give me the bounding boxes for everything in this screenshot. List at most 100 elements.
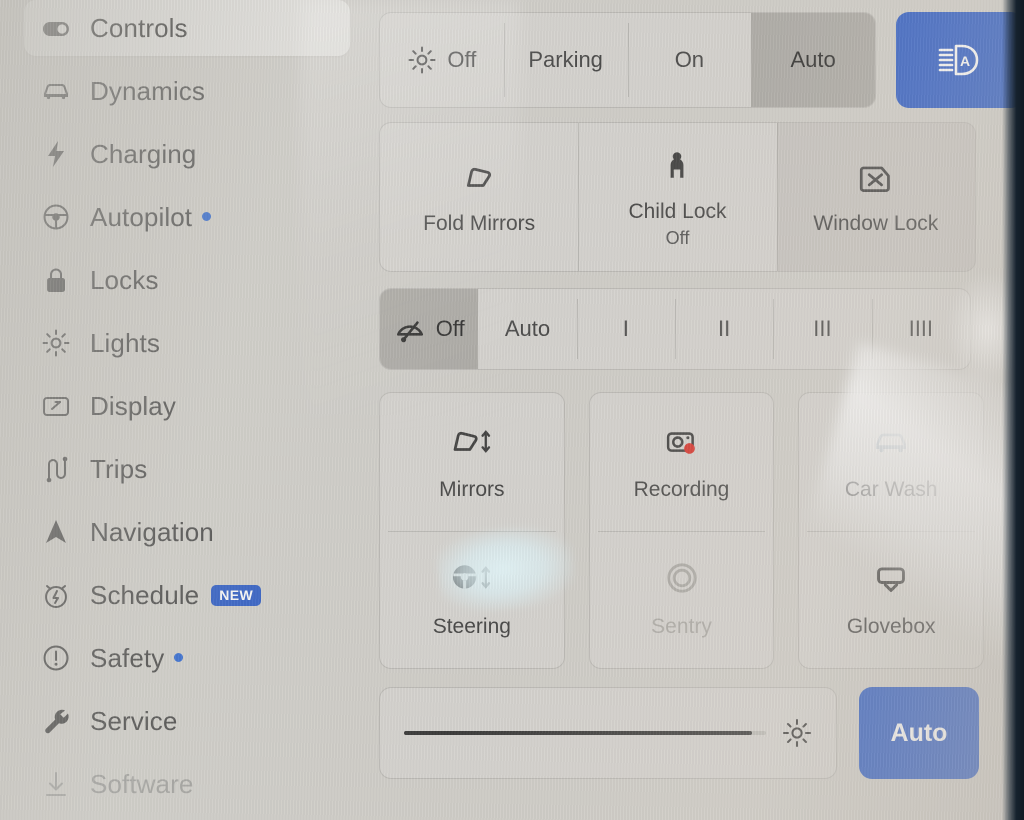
sidebar-item-navigation[interactable]: Navigation: [24, 504, 350, 560]
sidebar-item-locks[interactable]: Locks: [24, 252, 350, 308]
brightness-slider[interactable]: [404, 731, 766, 735]
tile-glovebox[interactable]: Glovebox: [799, 530, 983, 669]
route-icon: [38, 454, 74, 484]
sidebar-item-label: Dynamics: [90, 75, 205, 106]
segment-label: Parking: [528, 47, 603, 72]
wiper-speed-segmented-control[interactable]: Off Auto I II III IIII: [379, 288, 971, 370]
quick-grid-column: Recording Sentry: [588, 392, 775, 669]
wiper-icon: [394, 314, 426, 344]
brightness-sun-icon: [782, 718, 812, 748]
sidebar-item-charging[interactable]: Charging: [24, 126, 350, 182]
quick-grid-column: Mirrors Steering: [379, 392, 565, 669]
tile-fold-mirrors[interactable]: Fold Mirrors: [380, 123, 578, 271]
sidebar-item-lights[interactable]: Lights: [24, 315, 350, 371]
tile-label: Window Lock: [813, 212, 939, 236]
sidebar-item-safety[interactable]: Safety: [24, 630, 350, 686]
sidebar-item-controls[interactable]: Controls: [24, 0, 350, 56]
sidebar-item-software[interactable]: Software: [24, 756, 350, 812]
segment-ii[interactable]: II: [674, 289, 773, 369]
sidebar-item-trips[interactable]: Trips: [24, 441, 350, 497]
mirror-icon: [460, 157, 498, 197]
sun-icon: [38, 328, 74, 358]
brightness-auto-label: Auto: [890, 718, 948, 747]
segment-label: Off: [447, 47, 477, 72]
segment-label: Off: [435, 316, 465, 341]
sidebar-item-service[interactable]: Service: [24, 693, 350, 749]
auto-high-beam-icon: A: [936, 42, 984, 78]
brightness-auto-button[interactable]: Auto: [859, 687, 979, 779]
segment-auto[interactable]: Auto: [751, 13, 875, 107]
sidebar-item-label: Service: [90, 705, 178, 736]
segment-label: Auto: [504, 316, 551, 341]
wrench-icon: [38, 706, 74, 736]
alarm-clock-icon: [38, 580, 74, 610]
notification-dot: [202, 211, 212, 221]
tile-label: Fold Mirrors: [423, 212, 536, 236]
segment-off[interactable]: Off: [380, 13, 504, 107]
sidebar-item-label: Navigation: [90, 516, 214, 547]
tile-label: Glovebox: [846, 615, 936, 639]
tile-window-lock[interactable]: Window Lock: [776, 123, 975, 271]
segment-i[interactable]: I: [576, 289, 675, 369]
sidebar-item-label: Lights: [90, 327, 160, 358]
mirror-adjust-icon: [448, 421, 496, 461]
tile-steering[interactable]: Steering: [380, 530, 564, 669]
sidebar-item-label: Trips: [90, 453, 148, 484]
notification-dot: [174, 652, 184, 662]
tile-car-wash[interactable]: Car Wash: [799, 393, 983, 531]
tile-child-lock[interactable]: Child Lock Off: [578, 123, 776, 271]
new-badge: NEW: [211, 584, 262, 606]
sidebar-item-label: Software: [90, 768, 194, 799]
sidebar-item-dynamics[interactable]: Dynamics: [24, 63, 350, 119]
dashcam-record-icon: [664, 421, 700, 461]
navigation-icon: [38, 517, 74, 547]
tile-recording[interactable]: Recording: [590, 393, 774, 531]
tile-label: Recording: [633, 477, 730, 501]
display-icon: [38, 391, 74, 421]
steering-icon: [38, 202, 74, 232]
segment-off[interactable]: Off: [380, 289, 479, 369]
segment-parking[interactable]: Parking: [503, 13, 628, 107]
tile-mirrors[interactable]: Mirrors: [380, 393, 564, 531]
sidebar-item-autopilot[interactable]: Autopilot: [24, 189, 350, 245]
download-icon: [38, 769, 74, 799]
segment-label: III: [813, 316, 832, 341]
segment-label: On: [674, 47, 705, 72]
segment-iiii[interactable]: IIII: [871, 289, 970, 369]
vehicle-touchscreen: Controls Dynamics Charging Autopilot Locks Li…: [0, 0, 1024, 820]
sidebar-item-display[interactable]: Display: [24, 378, 350, 434]
lock-icon: [38, 265, 74, 295]
child-lock-icon: [661, 145, 693, 185]
segment-label: II: [718, 316, 731, 341]
warning-icon: [38, 643, 74, 673]
quick-actions-grid: Mirrors Steering Recording Sentry Car Wash Gl…: [379, 392, 985, 669]
tile-sentry[interactable]: Sentry: [590, 530, 774, 669]
window-lock-icon: [859, 157, 893, 197]
car-wash-icon: [870, 421, 912, 461]
glovebox-icon: [873, 558, 909, 598]
segment-auto[interactable]: Auto: [478, 289, 576, 369]
headlight-row: Off Parking On Auto A: [379, 12, 1024, 108]
tile-sublabel: Off: [665, 228, 690, 249]
segment-label: IIII: [908, 316, 934, 341]
segment-label: Auto: [790, 47, 836, 72]
segment-label: I: [622, 316, 629, 341]
steering-adjust-icon: [448, 558, 496, 598]
segment-on[interactable]: On: [627, 13, 752, 107]
brightness-slider-fill: [404, 731, 752, 735]
sidebar-item-label: Autopilot: [90, 201, 193, 232]
brightness-row: Auto: [379, 687, 979, 779]
sidebar-item-label: Safety: [90, 642, 165, 673]
tile-label: Sentry: [651, 615, 712, 639]
sidebar-item-label: Controls: [90, 12, 188, 43]
tile-label: Steering: [432, 615, 511, 639]
car-icon: [38, 76, 74, 106]
sidebar-item-schedule[interactable]: Schedule NEW: [24, 567, 350, 623]
sidebar-item-label: Locks: [90, 264, 159, 295]
main-panel: Off Parking On Auto A Fold Mirrors Child…: [379, 0, 1024, 820]
sentry-icon: [664, 558, 700, 598]
segment-iii[interactable]: III: [773, 289, 871, 369]
headlight-mode-segmented-control[interactable]: Off Parking On Auto: [379, 12, 876, 108]
tile-label: Mirrors: [439, 477, 505, 501]
toggle-icon: [38, 13, 74, 43]
